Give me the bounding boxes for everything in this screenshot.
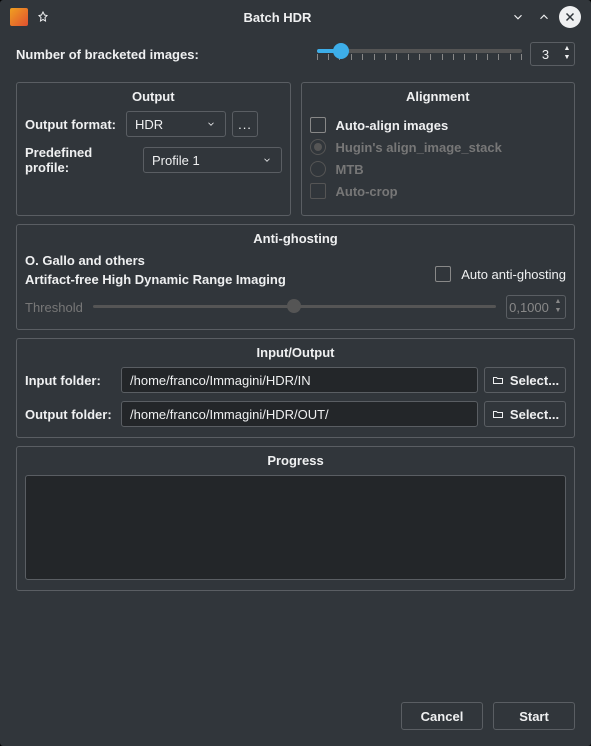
profile-label: Predefined profile: xyxy=(25,145,137,175)
output-format-combo[interactable]: HDR xyxy=(126,111,226,137)
folder-icon xyxy=(491,408,505,420)
threshold-spinbox: 0,1000 ▲▼ xyxy=(506,295,566,319)
footer: Cancel Start xyxy=(0,694,591,746)
maximize-button[interactable] xyxy=(533,6,555,28)
auto-antighost-label: Auto anti-ghosting xyxy=(461,267,566,282)
threshold-slider xyxy=(93,299,496,315)
minimize-button[interactable] xyxy=(507,6,529,28)
bracketed-row: Number of bracketed images: 3 ▲▼ xyxy=(16,42,575,66)
progress-group: Progress xyxy=(16,446,575,591)
io-group: Input/Output Input folder: /home/franco/… xyxy=(16,338,575,438)
input-folder-field[interactable]: /home/franco/Immagini/HDR/IN xyxy=(121,367,478,393)
hugin-label: Hugin's align_image_stack xyxy=(336,140,502,155)
auto-antighost-checkbox[interactable] xyxy=(435,266,451,282)
antighost-title: Anti-ghosting xyxy=(17,231,574,246)
input-select-button[interactable]: Select... xyxy=(484,367,566,393)
input-folder-label: Input folder: xyxy=(25,373,115,388)
spin-arrows-icon: ▲▼ xyxy=(551,298,565,316)
alignment-title: Alignment xyxy=(302,89,575,104)
close-button[interactable] xyxy=(559,6,581,28)
output-format-label: Output format: xyxy=(25,117,120,132)
titlebar: Batch HDR xyxy=(0,0,591,34)
mtb-label: MTB xyxy=(336,162,364,177)
auto-align-checkbox[interactable] xyxy=(310,117,326,133)
bracketed-slider[interactable] xyxy=(317,46,522,62)
batch-hdr-window: Batch HDR Number of bracketed images: 3 … xyxy=(0,0,591,746)
output-format-more-button[interactable]: ... xyxy=(232,111,258,137)
window-title: Batch HDR xyxy=(52,10,503,25)
bracketed-spinbox[interactable]: 3 ▲▼ xyxy=(530,42,575,66)
auto-crop-label: Auto-crop xyxy=(336,184,398,199)
progress-title: Progress xyxy=(17,453,574,468)
auto-align-label: Auto-align images xyxy=(336,118,449,133)
alignment-group: Alignment Auto-align images Hugin's alig… xyxy=(301,82,576,216)
hugin-radio xyxy=(310,139,326,155)
profile-combo[interactable]: Profile 1 xyxy=(143,147,282,173)
chevron-down-icon xyxy=(261,155,273,165)
progress-text xyxy=(25,475,566,580)
antighost-group: Anti-ghosting O. Gallo and others Artifa… xyxy=(16,224,575,330)
auto-crop-checkbox xyxy=(310,183,326,199)
spin-arrows-icon[interactable]: ▲▼ xyxy=(560,45,574,63)
cancel-button[interactable]: Cancel xyxy=(401,702,483,730)
bracketed-label: Number of bracketed images: xyxy=(16,47,199,62)
pin-icon[interactable] xyxy=(34,8,52,26)
antighost-line2: Artifact-free High Dynamic Range Imaging xyxy=(25,272,286,287)
app-icon xyxy=(10,8,28,26)
output-folder-field[interactable]: /home/franco/Immagini/HDR/OUT/ xyxy=(121,401,478,427)
start-button[interactable]: Start xyxy=(493,702,575,730)
mtb-radio xyxy=(310,161,326,177)
threshold-label: Threshold xyxy=(25,300,83,315)
output-select-button[interactable]: Select... xyxy=(484,401,566,427)
folder-icon xyxy=(491,374,505,386)
output-folder-label: Output folder: xyxy=(25,407,115,422)
io-title: Input/Output xyxy=(17,345,574,360)
output-title: Output xyxy=(17,89,290,104)
antighost-line1: O. Gallo and others xyxy=(25,253,286,268)
chevron-down-icon xyxy=(205,119,217,129)
output-group: Output Output format: HDR ... Predefined… xyxy=(16,82,291,216)
